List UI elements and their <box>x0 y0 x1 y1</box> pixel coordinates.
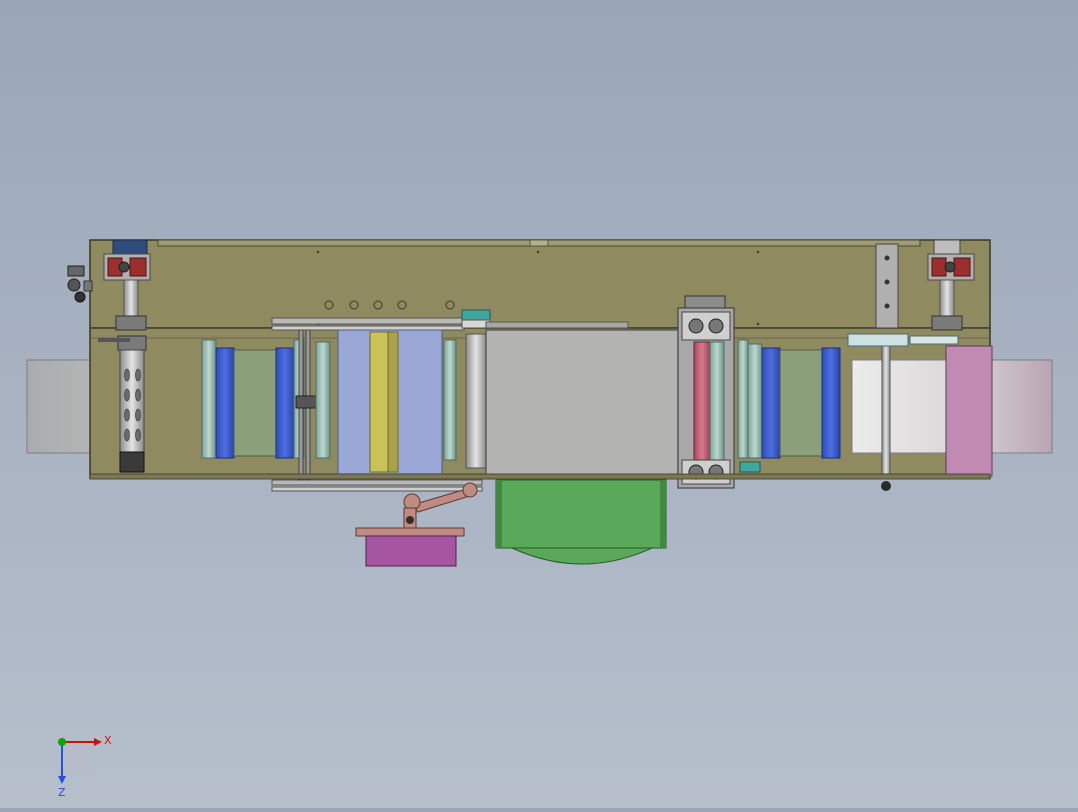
z-axis-arrow <box>58 776 66 784</box>
frame-top-plate <box>89 239 991 329</box>
machine-model-drawing <box>26 239 1053 567</box>
magenta-block <box>945 345 993 477</box>
green-tray <box>495 479 667 565</box>
roller-section-1 <box>201 339 305 459</box>
roller-section-3 <box>737 339 841 473</box>
axis-triad: X Z <box>58 734 112 799</box>
cad-viewport[interactable]: X Z <box>0 0 1078 808</box>
collection-box <box>355 527 465 567</box>
left-handwheel <box>67 265 93 303</box>
y-axis-dot <box>58 738 66 746</box>
gearbox-tower <box>677 295 735 489</box>
z-axis-label: Z <box>58 786 66 799</box>
x-axis-arrow <box>94 738 102 746</box>
triad-shadow <box>62 742 92 772</box>
x-axis-label: X <box>104 734 112 747</box>
coating-panel <box>337 329 443 475</box>
center-gray-panel <box>485 329 679 477</box>
